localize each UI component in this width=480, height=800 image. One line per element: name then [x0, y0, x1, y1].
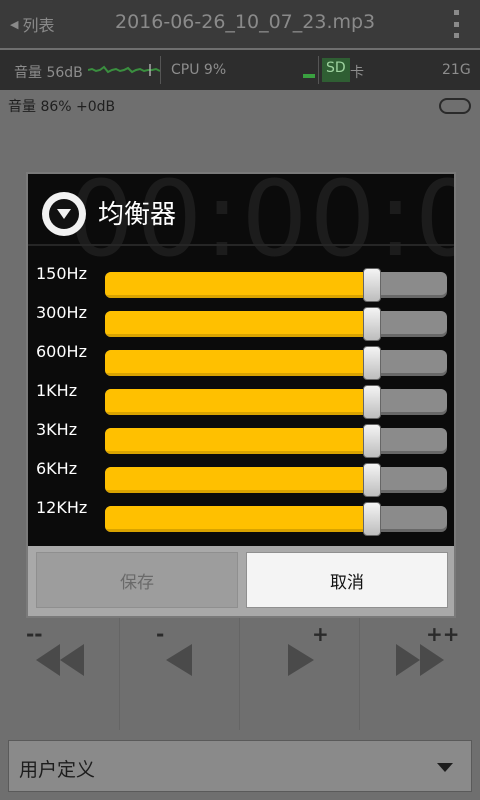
- eq-preset-value: 用户定义: [19, 759, 96, 781]
- eq-band-fill: [105, 428, 372, 454]
- eq-band-thumb[interactable]: [362, 424, 381, 458]
- chevron-down-icon: [437, 763, 453, 772]
- eq-preset-select[interactable]: 用户定义: [8, 740, 472, 792]
- equalizer-dialog: 00:00:08 均衡器 150Hz300Hz600Hz1KHz3KHz6KHz…: [26, 172, 456, 618]
- forward-fast-button[interactable]: ++: [360, 618, 480, 730]
- eq-band-thumb[interactable]: [362, 463, 381, 497]
- dialog-buttons: 保存 取消: [28, 546, 454, 616]
- fast-forward-icon: [396, 644, 444, 676]
- title-bar: ◀ 列表 2016-06-26_10_07_23.mp3: [0, 0, 480, 48]
- sd-card-badge: SD: [322, 58, 350, 82]
- file-title: 2016-06-26_10_07_23.mp3: [115, 11, 376, 33]
- eq-band-slider[interactable]: [105, 272, 447, 298]
- forward-icon: [288, 644, 314, 676]
- cpu-usage: CPU 9%: [171, 62, 227, 78]
- eq-band-slider[interactable]: [105, 506, 447, 532]
- eq-band-fill: [105, 272, 372, 298]
- eq-band-fill: [105, 350, 372, 376]
- save-button[interactable]: 保存: [36, 552, 238, 608]
- status-divider: [318, 56, 319, 84]
- eq-band-slider[interactable]: [105, 311, 447, 337]
- sd-level-bar: [303, 74, 315, 78]
- eq-band-label: 6KHz: [36, 459, 78, 478]
- eq-band-fill: [105, 389, 372, 415]
- eq-band-row: 6KHz: [28, 459, 454, 497]
- status-bar: 音量 56dB CPU 9% SD 卡 21G: [0, 50, 480, 90]
- eq-band-row: 1KHz: [28, 381, 454, 419]
- eq-band-row: 12KHz: [28, 498, 454, 536]
- eq-band-thumb[interactable]: [362, 502, 381, 536]
- equalizer-collapse-icon[interactable]: [42, 192, 86, 236]
- eq-band-label: 12KHz: [36, 498, 88, 517]
- eq-band-fill: [105, 506, 372, 532]
- back-arrow-icon: ◀: [10, 17, 19, 31]
- input-volume-db: 音量 56dB: [14, 65, 83, 81]
- eq-band-label: 1KHz: [36, 381, 78, 400]
- overflow-menu-icon[interactable]: [452, 10, 460, 38]
- dialog-header: 均衡器: [28, 174, 454, 246]
- eq-band-fill: [105, 311, 372, 337]
- eq-band-thumb[interactable]: [362, 346, 381, 380]
- storage-free: 21G: [442, 62, 471, 78]
- cancel-button[interactable]: 取消: [246, 552, 448, 608]
- back-label: 列表: [22, 16, 55, 35]
- rewind-button[interactable]: -: [120, 618, 240, 730]
- eq-band-slider[interactable]: [105, 428, 447, 454]
- eq-band-label: 600Hz: [36, 342, 87, 361]
- eq-band-row: 3KHz: [28, 420, 454, 458]
- lock-toggle[interactable]: [439, 98, 471, 114]
- eq-band-label: 150Hz: [36, 264, 87, 283]
- rewind-icon: [166, 644, 192, 676]
- eq-band-label: 300Hz: [36, 303, 87, 322]
- eq-band-row: 150Hz: [28, 264, 454, 302]
- eq-band-label: 3KHz: [36, 420, 78, 439]
- rewind-fast-button[interactable]: --: [0, 618, 120, 730]
- status-divider: [160, 56, 161, 84]
- forward-button[interactable]: +: [240, 618, 360, 730]
- eq-band-fill: [105, 467, 372, 493]
- eq-band-thumb[interactable]: [362, 307, 381, 341]
- eq-band-slider[interactable]: [105, 350, 447, 376]
- fast-rewind-icon: [36, 644, 84, 676]
- eq-band-row: 300Hz: [28, 303, 454, 341]
- back-to-list-button[interactable]: ◀ 列表: [0, 12, 54, 36]
- transport-controls: -- - + ++: [0, 618, 480, 730]
- eq-band-slider[interactable]: [105, 389, 447, 415]
- level-waveform: [88, 64, 161, 76]
- eq-band-row: 600Hz: [28, 342, 454, 380]
- volume-info: 音量 86% +0dB: [8, 99, 116, 115]
- eq-band-thumb[interactable]: [362, 268, 381, 302]
- dialog-title: 均衡器: [98, 200, 177, 230]
- sd-card-label: 卡: [350, 65, 364, 81]
- eq-band-thumb[interactable]: [362, 385, 381, 419]
- eq-band-slider[interactable]: [105, 467, 447, 493]
